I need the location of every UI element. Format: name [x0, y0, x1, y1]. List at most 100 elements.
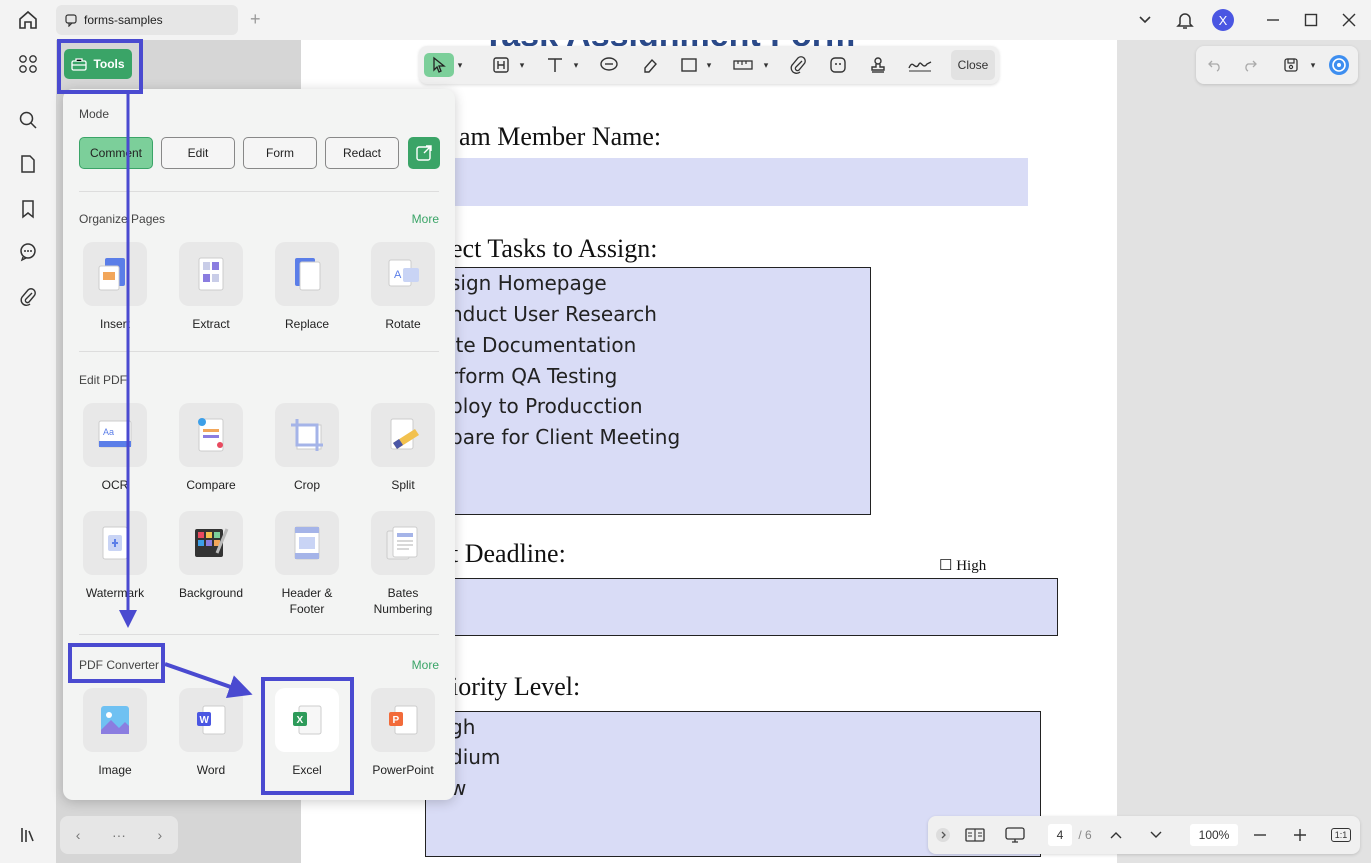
sticker-icon[interactable]	[826, 53, 850, 77]
list-item[interactable]: ploy to Producction	[450, 394, 643, 418]
presentation-icon[interactable]	[1004, 825, 1026, 845]
mode-form-button[interactable]: Form	[243, 137, 317, 169]
tool-bates-numbering[interactable]: Bates Numbering	[361, 511, 445, 617]
tool-header-footer[interactable]: Header & Footer	[265, 511, 349, 617]
chevron-down-icon[interactable]	[1133, 8, 1157, 32]
divider	[79, 634, 439, 635]
chevron-down-icon[interactable]: ▾	[761, 53, 771, 77]
stamp-icon[interactable]	[866, 53, 890, 77]
tool-rotate[interactable]: A Rotate	[361, 242, 445, 332]
search-icon[interactable]	[16, 108, 40, 132]
organize-more-link[interactable]: More	[412, 212, 439, 226]
sidebar-pager: ‹ ··· ›	[60, 816, 178, 854]
document-tab[interactable]: forms-samples	[56, 5, 238, 35]
replace-icon	[275, 242, 339, 306]
home-icon[interactable]	[14, 8, 42, 32]
mode-comment-button[interactable]: Comment	[79, 137, 153, 169]
previous-page-icon[interactable]	[1108, 825, 1124, 845]
tool-background[interactable]: Background	[169, 511, 253, 601]
chevron-right-icon[interactable]	[934, 825, 952, 845]
mode-title: Mode	[79, 107, 110, 121]
rectangle-icon[interactable]	[677, 53, 701, 77]
more-dots[interactable]: ···	[112, 827, 126, 843]
tool-watermark[interactable]: Watermark	[73, 511, 157, 601]
mode-redact-button[interactable]: Redact	[325, 137, 399, 169]
actual-size-button[interactable]: 1:1	[1330, 825, 1352, 845]
undo-icon[interactable]	[1204, 53, 1226, 77]
mode-edit-button[interactable]: Edit	[161, 137, 235, 169]
tool-label: Word	[196, 763, 226, 777]
chevron-down-icon[interactable]: ▾	[455, 53, 465, 77]
tasks-label: ect Tasks to Assign:	[451, 234, 658, 263]
tasks-listbox[interactable]: sign Homepage nduct User Research ite Do…	[425, 267, 871, 515]
tool-crop[interactable]: Crop	[265, 403, 349, 493]
signature-icon[interactable]	[905, 53, 935, 77]
select-arrow-icon[interactable]	[424, 53, 454, 77]
pages-icon[interactable]	[16, 152, 40, 176]
reading-mode-icon[interactable]	[964, 825, 986, 845]
tool-label: Image	[98, 763, 132, 777]
bell-icon[interactable]	[1173, 8, 1197, 32]
save-icon[interactable]	[1280, 53, 1302, 77]
library-icon[interactable]	[16, 823, 40, 847]
tool-ocr[interactable]: Aa OCR	[73, 403, 157, 493]
chevron-right-icon[interactable]: ›	[158, 827, 163, 843]
deadline-field[interactable]	[425, 578, 1058, 636]
current-page-input[interactable]: 4	[1048, 824, 1072, 846]
tool-extract[interactable]: Extract	[169, 242, 253, 332]
close-toolbar-button[interactable]: Close	[951, 50, 995, 80]
avatar[interactable]: X	[1211, 8, 1235, 32]
maximize-icon[interactable]	[1299, 8, 1323, 32]
chevron-down-icon[interactable]: ▾	[517, 53, 527, 77]
ocr-icon: Aa	[83, 403, 147, 467]
comment-bubble-icon[interactable]	[597, 53, 621, 77]
compare-icon	[179, 403, 243, 467]
member-name-field[interactable]	[441, 158, 1028, 206]
comment-icon	[65, 14, 77, 27]
svg-text:Aa: Aa	[103, 427, 114, 437]
list-item[interactable]: pare for Client Meeting	[450, 425, 680, 449]
zoom-out-icon[interactable]	[1252, 825, 1268, 845]
close-window-icon[interactable]	[1337, 8, 1361, 32]
list-item[interactable]: nduct User Research	[450, 302, 657, 326]
zoom-in-icon[interactable]	[1292, 825, 1308, 845]
chevron-left-icon[interactable]: ‹	[76, 827, 81, 843]
high-checkbox[interactable]: ☐ High	[939, 556, 986, 575]
chevron-down-icon[interactable]: ▾	[704, 53, 714, 77]
tool-convert-image[interactable]: Image	[73, 688, 157, 778]
zoom-level[interactable]: 100%	[1190, 824, 1238, 846]
list-item[interactable]: rform QA Testing	[450, 364, 617, 388]
tool-replace[interactable]: Replace	[265, 242, 349, 332]
redo-icon[interactable]	[1239, 53, 1261, 77]
apps-grid-icon[interactable]	[16, 52, 40, 76]
image-icon	[83, 688, 147, 752]
next-page-icon[interactable]	[1148, 825, 1164, 845]
tool-split[interactable]: Split	[361, 403, 445, 493]
comments-icon[interactable]	[16, 240, 40, 264]
open-external-icon[interactable]	[408, 137, 440, 169]
tool-convert-powerpoint[interactable]: P PowerPoint	[361, 688, 445, 778]
new-tab-button[interactable]: +	[250, 10, 261, 28]
highlight-box-excel	[261, 677, 354, 795]
attachment-icon[interactable]	[16, 285, 40, 309]
text-icon[interactable]	[543, 53, 567, 77]
actual-size-label: 1:1	[1330, 828, 1352, 842]
ai-assistant-icon[interactable]	[1326, 53, 1352, 77]
bookmark-icon[interactable]	[16, 197, 40, 221]
header-footer-icon	[275, 511, 339, 575]
list-item[interactable]: ite Documentation	[450, 333, 636, 357]
converter-more-link[interactable]: More	[412, 658, 439, 672]
chevron-down-icon[interactable]: ▾	[1308, 53, 1318, 77]
tool-insert[interactable]: Insert	[73, 242, 157, 332]
title-bar: forms-samples + X	[0, 0, 1371, 40]
list-item[interactable]: sign Homepage	[450, 271, 607, 295]
measure-icon[interactable]	[731, 53, 755, 77]
highlight-icon[interactable]	[489, 53, 513, 77]
chevron-down-icon[interactable]: ▾	[571, 53, 581, 77]
eraser-icon[interactable]	[638, 53, 662, 77]
tool-compare[interactable]: Compare	[169, 403, 253, 493]
attachment-icon[interactable]	[786, 53, 810, 77]
tool-convert-word[interactable]: W Word	[169, 688, 253, 778]
minimize-icon[interactable]	[1261, 8, 1285, 32]
list-item[interactable]: dium	[450, 745, 500, 769]
